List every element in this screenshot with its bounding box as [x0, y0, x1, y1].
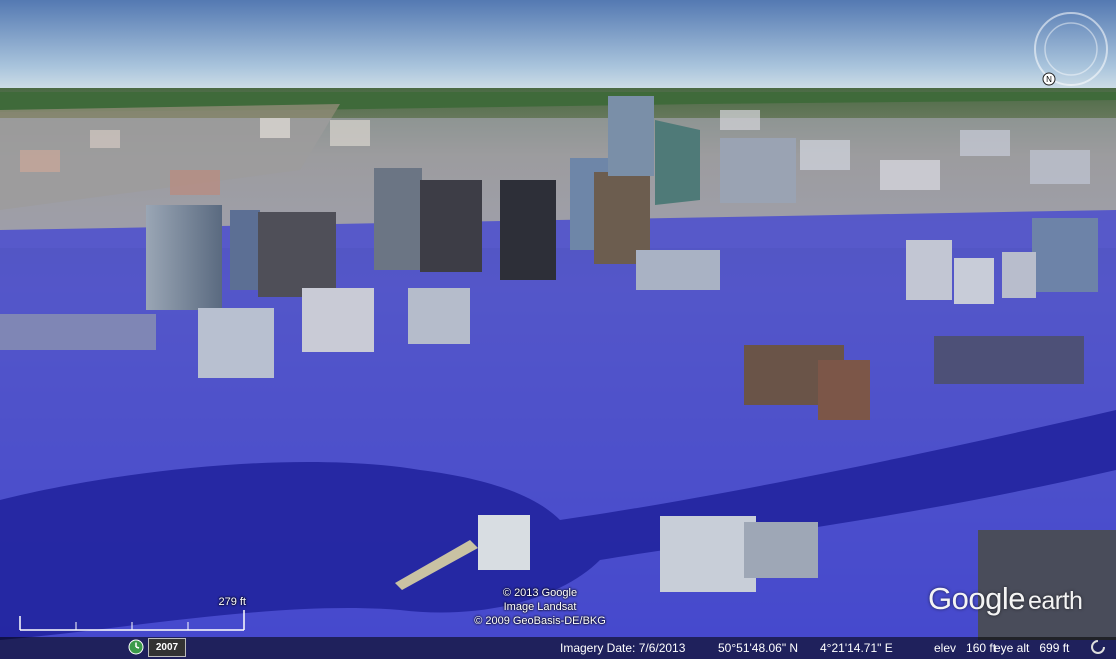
3d-city-scene[interactable] [0, 0, 1116, 659]
historical-imagery-year[interactable]: 2007 [148, 638, 186, 657]
attribution-line: © 2013 Google [502, 587, 578, 599]
elevation: elev 160 ft [934, 641, 997, 655]
google-earth-logo: Google earth [928, 581, 1083, 617]
scale-ruler [19, 610, 245, 631]
imagery-date: Imagery Date: 7/6/2013 [560, 641, 686, 655]
latitude: 50°51'48.06" N [718, 641, 799, 655]
logo-google: Google [928, 581, 1025, 616]
scale-bar: 279 ft [18, 596, 246, 632]
attribution-line: © 2009 GeoBasis-DE/BKG [474, 615, 606, 627]
imagery-attribution: © 2013 Google Image Landsat © 2009 GeoBa… [470, 586, 610, 628]
clock-icon[interactable] [128, 639, 144, 655]
north-arrow-icon[interactable]: N [1042, 72, 1056, 86]
sky [0, 0, 1116, 95]
longitude: 4°21'14.71" E [820, 641, 893, 655]
map-viewport[interactable]: N © 2013 Google Image Landsat © 2009 Geo… [0, 0, 1116, 659]
eye-altitude: eye alt 699 ft [994, 641, 1070, 655]
logo-earth: earth [1027, 587, 1083, 615]
svg-text:N: N [1046, 75, 1052, 84]
loading-spinner-icon [1091, 640, 1105, 654]
attribution-line: Image Landsat [503, 601, 577, 613]
